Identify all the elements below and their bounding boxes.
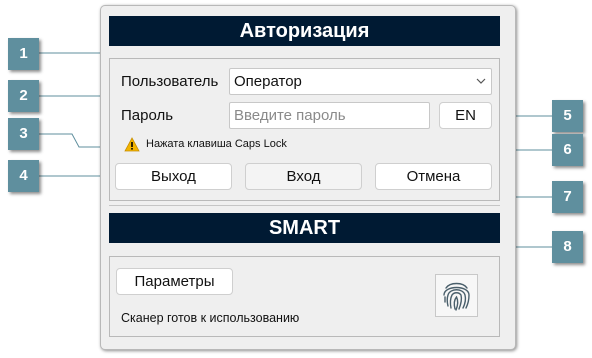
scanner-status: Сканер готов к использованию bbox=[121, 311, 300, 325]
callout-8: 8 bbox=[552, 231, 583, 263]
caps-lock-warning: Нажата клавиша Caps Lock bbox=[124, 137, 287, 153]
callout-7: 7 bbox=[552, 181, 583, 213]
parameters-button[interactable]: Параметры bbox=[116, 268, 233, 295]
divider bbox=[109, 205, 500, 206]
fingerprint-icon bbox=[443, 282, 470, 311]
warning-icon bbox=[124, 137, 140, 152]
exit-button[interactable]: Выход bbox=[115, 163, 232, 190]
auth-header: Авторизация bbox=[109, 16, 500, 46]
callout-6: 6 bbox=[552, 134, 583, 166]
user-label: Пользователь bbox=[121, 73, 219, 90]
callout-2: 2 bbox=[8, 80, 39, 112]
callout-4: 4 bbox=[8, 160, 39, 192]
login-button[interactable]: Вход bbox=[245, 163, 362, 190]
user-dropdown-value: Оператор bbox=[234, 73, 302, 90]
callout-3: 3 bbox=[8, 118, 39, 150]
language-button[interactable]: EN bbox=[439, 102, 492, 129]
caps-lock-warning-text: Нажата клавиша Caps Lock bbox=[146, 138, 287, 150]
password-label: Пароль bbox=[121, 107, 174, 124]
smart-header: SMART bbox=[109, 213, 500, 243]
user-dropdown[interactable]: Оператор bbox=[229, 68, 492, 95]
password-input[interactable] bbox=[229, 102, 430, 129]
fingerprint-scanner[interactable] bbox=[435, 274, 478, 317]
callout-1: 1 bbox=[8, 38, 39, 70]
chevron-down-icon bbox=[476, 78, 486, 84]
callout-5: 5 bbox=[552, 100, 583, 132]
cancel-button[interactable]: Отмена bbox=[375, 163, 492, 190]
